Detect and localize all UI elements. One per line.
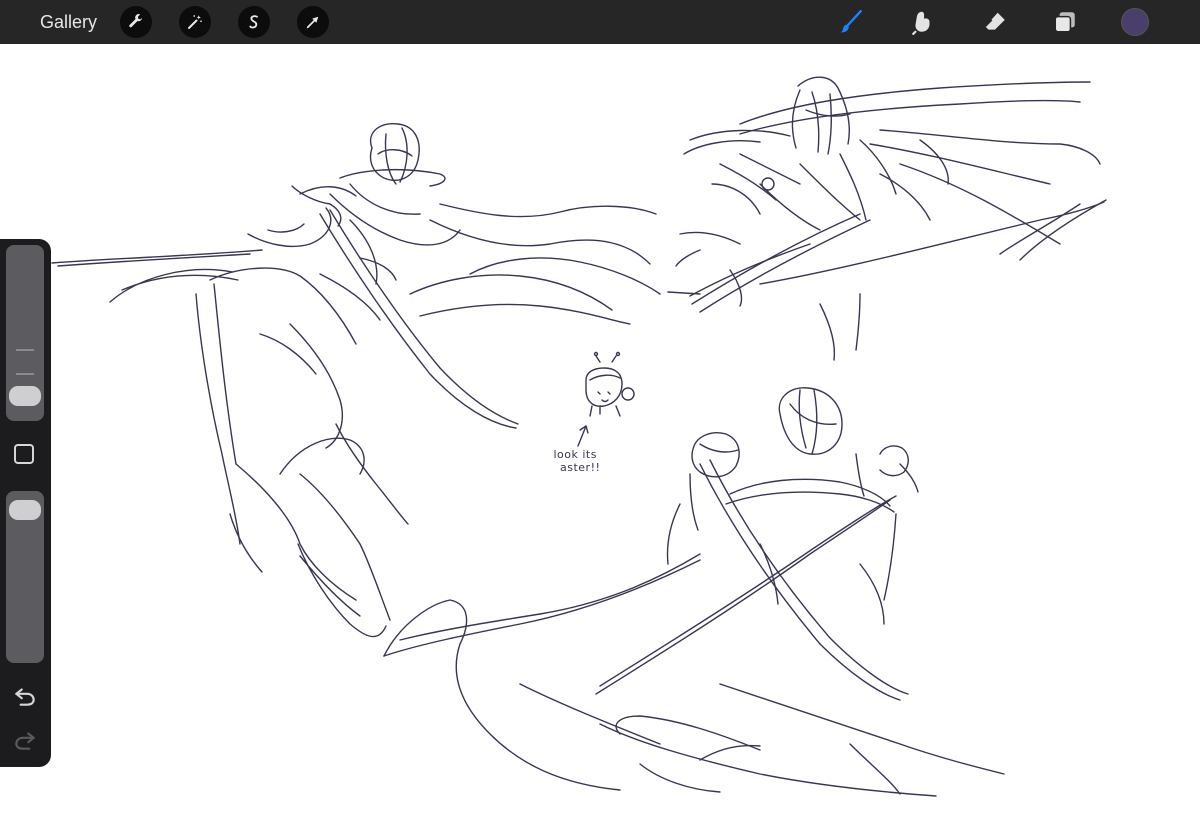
brush-opacity-slider[interactable] xyxy=(6,491,44,663)
slider-tick xyxy=(16,373,34,375)
erase-tool-button[interactable] xyxy=(980,7,1010,37)
smudge-icon xyxy=(912,11,930,35)
gallery-button[interactable]: Gallery xyxy=(40,0,97,44)
drawing-canvas[interactable]: look its aster!! xyxy=(0,44,1200,834)
redo-button[interactable] xyxy=(12,727,38,753)
brush-size-thumb[interactable] xyxy=(9,386,41,406)
sketch-figure-left xyxy=(51,123,661,638)
modify-button[interactable] xyxy=(14,444,34,464)
color-picker-swatch[interactable] xyxy=(1121,8,1149,36)
procreate-app: Gallery look its aster!! xyxy=(0,0,1200,834)
sketch-figure-top-right xyxy=(667,76,1107,361)
layers-button[interactable] xyxy=(1050,7,1080,37)
slider-tick xyxy=(16,349,34,351)
eraser-icon xyxy=(984,12,1005,30)
smudge-tool-button[interactable] xyxy=(908,7,938,37)
sketch-figure-bottom-right xyxy=(383,387,1005,797)
paint-tool-button[interactable] xyxy=(836,7,866,37)
transform-button[interactable] xyxy=(297,6,329,38)
undo-arrow-icon xyxy=(15,688,35,706)
note-line-2: aster!! xyxy=(560,461,601,474)
brush-icon xyxy=(840,9,862,33)
adjustments-button[interactable] xyxy=(179,6,211,38)
undo-button[interactable] xyxy=(12,683,38,709)
wrench-icon xyxy=(129,14,142,28)
sketch-doodle-aster xyxy=(577,351,635,447)
redo-arrow-icon xyxy=(15,732,35,750)
sketch-drawing xyxy=(51,76,1107,797)
handwritten-note: look its aster!! xyxy=(550,448,600,474)
brush-size-slider[interactable] xyxy=(6,245,44,421)
left-sidebar xyxy=(0,239,51,767)
brush-opacity-thumb[interactable] xyxy=(9,499,41,520)
arrow-cursor-icon xyxy=(306,16,319,29)
actions-button[interactable] xyxy=(120,6,152,38)
top-toolbar: Gallery xyxy=(0,0,1200,44)
selection-s-icon xyxy=(249,15,258,29)
note-line-1: look its xyxy=(553,448,597,461)
layers-icon xyxy=(1054,12,1075,33)
magic-wand-icon xyxy=(188,15,202,29)
selection-button[interactable] xyxy=(238,6,270,38)
